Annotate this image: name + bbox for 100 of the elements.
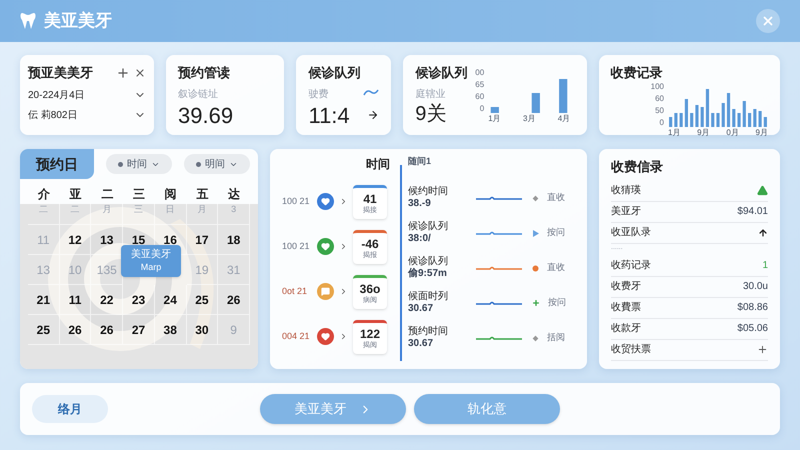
calendar-date[interactable]: 25 (36, 320, 50, 338)
stat-label: 驶费 (308, 88, 328, 102)
weekday-label: 三 (132, 186, 146, 203)
close-icon[interactable] (134, 66, 146, 79)
fee-label: 收款牙 (611, 322, 641, 336)
axis-label: 4月 (558, 115, 570, 123)
calendar-date[interactable]: 26 (68, 320, 82, 338)
entry-status: 直收 (547, 261, 565, 274)
calendar-date[interactable]: 17 (195, 230, 209, 248)
play-icon (532, 230, 539, 236)
fee-label: 收药记录 (611, 258, 651, 273)
entry-status: 按问 (548, 296, 566, 310)
plus-icon[interactable] (757, 344, 768, 355)
card-title: 候诊队列 (308, 64, 362, 82)
entry-value: 38.-9 (408, 198, 432, 210)
diamond-icon (532, 334, 539, 342)
weekday-label: 达 (227, 186, 242, 203)
entry-status: 按问 (547, 226, 565, 240)
calendar-date[interactable]: 25 (195, 290, 209, 308)
weekday-label: 二 (100, 186, 114, 203)
axis-label: 0 (658, 118, 664, 126)
axis-label: 1月 (488, 115, 501, 123)
entry-title: 候诊队列 (408, 220, 449, 233)
calendar-date[interactable]: 11 (68, 290, 82, 308)
trend-icon (363, 88, 380, 96)
entry-value: 38:0/ (408, 233, 432, 246)
calendar-date[interactable]: 30 (195, 320, 209, 338)
add-icon[interactable] (116, 66, 130, 80)
weekday-label: 亚 (68, 186, 83, 203)
chevron-icon (339, 287, 348, 296)
axis-label: 0 (478, 105, 484, 113)
calendar-date[interactable]: 26 (226, 290, 240, 308)
up-arrow-icon (758, 228, 768, 238)
entry-status: 括阅 (547, 331, 565, 344)
card-title: 收费记录 (610, 64, 664, 82)
calendar-tab[interactable]: 预约日 (20, 149, 94, 179)
axis-label: 60 (475, 93, 484, 101)
calendar-date[interactable]: 23 (132, 290, 146, 308)
timeline-subtitle: 随间1 (408, 155, 432, 168)
fee-label: 收猜瑛 (611, 184, 641, 198)
stat-label: 庭辖业 (415, 88, 446, 102)
tooth-icon (20, 12, 36, 30)
plus-icon (532, 299, 540, 307)
chevron-icon (339, 332, 348, 341)
fee-value: $05.06 (737, 322, 768, 336)
fee-value: 1 (762, 259, 768, 273)
calendar-date[interactable]: 24 (164, 290, 177, 308)
dot-icon (532, 264, 539, 272)
fee-value: 30.0u (742, 280, 768, 294)
chevron-icon (339, 197, 348, 206)
filter-dropdown[interactable]: 明间 (184, 154, 250, 174)
calendar-date[interactable]: 12 (68, 230, 82, 248)
weekday-label: 介 (36, 186, 51, 203)
arrow-icon[interactable] (367, 109, 380, 122)
calendar-date[interactable]: 22 (100, 290, 114, 308)
close-icon (761, 14, 775, 28)
axis-label: 9月 (697, 128, 710, 136)
appointment-time: 004 21 (282, 330, 311, 343)
card-title: 预约管读 (178, 64, 232, 82)
axis-label: 100 (650, 82, 664, 90)
weekday-label: 阅 (164, 186, 178, 203)
entry-value: 30.67 (408, 338, 434, 350)
axis-label: 9月 (756, 128, 768, 136)
axis-label: 3月 (522, 115, 536, 123)
axis-label: 60 (654, 94, 664, 102)
entry-title: 预约时间 (408, 326, 449, 338)
filter-dropdown[interactable]: 时间 (106, 154, 172, 174)
window-title: 美亚美牙 (44, 10, 112, 32)
warning-icon (757, 185, 768, 196)
fee-label: 美亚牙 (611, 204, 641, 219)
fee-label: 收贸扶票 (611, 342, 651, 357)
entry-status: 直收 (547, 191, 565, 204)
calendar-date[interactable]: 21 (36, 290, 50, 308)
stat-value: 39.69 (178, 102, 234, 129)
date-select[interactable]: 20-224月4日 (28, 88, 146, 102)
timeline-title: 时间 (366, 156, 390, 173)
appointment-time: 100 21 (282, 194, 311, 208)
appointment-time: 0ot 21 (282, 284, 308, 298)
appointment-time: 100 21 (282, 240, 311, 253)
fee-label: 收費票 (611, 300, 641, 315)
stat-value: 11:4 (308, 102, 350, 129)
entry-title: 候面时列 (408, 290, 449, 303)
stat-label: 叙诊链址 (178, 88, 218, 102)
axis-label: 65 (475, 81, 484, 89)
card-title: 预亚美美牙 (28, 64, 93, 82)
entry-title: 候诊队列 (408, 256, 449, 268)
axis-label: 0月 (726, 128, 739, 136)
calendar-date[interactable]: 38 (164, 320, 177, 338)
calendar-date[interactable]: 27 (132, 320, 146, 338)
calendar-date[interactable]: 13 (100, 230, 114, 248)
fee-value: $08.86 (737, 301, 768, 315)
month-button[interactable]: 络月 (32, 395, 108, 423)
entry-value: 30.67 (408, 303, 434, 316)
calendar-date[interactable]: 18 (226, 230, 240, 248)
calendar-date[interactable]: 26 (100, 320, 114, 338)
date-select[interactable]: 伝 莉802日 (28, 108, 146, 122)
axis-label: 1月 (668, 128, 680, 136)
axis-label: 00 (475, 69, 484, 77)
entry-value: 偷9:57m (408, 268, 448, 280)
fee-value: $94.01 (737, 205, 768, 219)
